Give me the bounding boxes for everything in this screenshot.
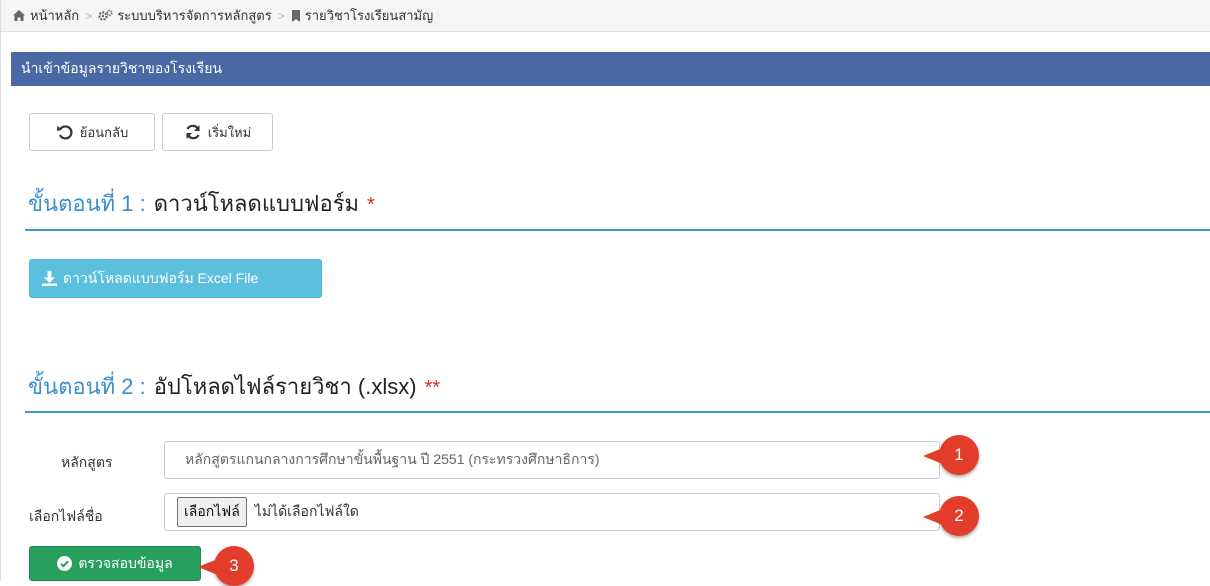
no-file-text: ไม่ได้เลือกไฟล์ใด [254, 503, 359, 519]
step-1-title: ดาวน์โหลดแบบฟอร์ม [153, 191, 360, 216]
step-1-heading: ขั้นตอนที่ 1 : ดาวน์โหลดแบบฟอร์ม * [28, 186, 375, 221]
download-template-label: ดาวน์โหลดแบบฟอร์ม Excel File [63, 269, 259, 286]
panel-header: นำเข้าข้อมูลรายวิชาของโรงเรียน [11, 52, 1210, 86]
callout-marker-2: 2 [923, 496, 979, 536]
gears-icon [98, 9, 113, 21]
step-2-number: ขั้นตอนที่ 2 : [28, 374, 146, 399]
download-template-button[interactable]: ดาวน์โหลดแบบฟอร์ม Excel File [29, 259, 322, 298]
verify-data-button[interactable]: ตรวจสอบข้อมูล [29, 546, 201, 581]
breadcrumb-home-label: หน้าหลัก [30, 8, 80, 23]
course-select[interactable]: หลักสูตรแกนกลางการศึกษาขั้นพื้นฐาน ปี 25… [164, 441, 940, 479]
step-2-title: อัปโหลดไฟล์รายวิชา (.xlsx) [153, 374, 417, 399]
callout-marker-1: 1 [923, 435, 979, 475]
breadcrumb-home[interactable]: หน้าหลัก [12, 5, 79, 26]
file-input[interactable]: เลือกไฟล์ ไม่ได้เลือกไฟล์ใด [164, 493, 940, 531]
refresh-icon [186, 124, 200, 140]
choose-file-button[interactable]: เลือกไฟล์ [177, 497, 247, 527]
breadcrumb-current-label: รายวิชาโรงเรียนสามัญ [304, 8, 434, 23]
divider [25, 229, 1210, 231]
undo-icon [56, 125, 73, 140]
download-icon [42, 271, 57, 286]
step-1-number: ขั้นตอนที่ 1 : [28, 191, 146, 216]
file-label: เลือกไฟล์ชื่อ [29, 508, 103, 524]
verify-data-label: ตรวจสอบข้อมูล [78, 554, 173, 571]
reset-button[interactable]: เริ่มใหม่ [162, 113, 273, 151]
breadcrumb-separator: > [85, 8, 93, 23]
breadcrumb-system[interactable]: ระบบบริหารจัดการหลักสูตร [98, 5, 272, 26]
breadcrumb-system-label: ระบบบริหารจัดการหลักสูตร [117, 8, 272, 23]
step-2-heading: ขั้นตอนที่ 2 : อัปโหลดไฟล์รายวิชา (.xlsx… [28, 369, 440, 404]
required-marker: ** [424, 377, 441, 399]
page: หน้าหลัก > ระบบบริหารจัดการหลักสูตร > รา… [0, 0, 1210, 586]
back-button-label: ย้อนกลับ [79, 124, 129, 140]
required-marker: * [367, 194, 375, 216]
bookmark-icon [291, 9, 300, 22]
breadcrumb-current: รายวิชาโรงเรียนสามัญ [291, 5, 433, 26]
course-select-value: หลักสูตรแกนกลางการศึกษาขั้นพื้นฐาน ปี 25… [185, 451, 600, 467]
callout-marker-3: 3 [198, 546, 254, 586]
panel-title: นำเข้าข้อมูลรายวิชาของโรงเรียน [21, 60, 223, 76]
check-circle-icon [57, 556, 73, 571]
course-label: หลักสูตร [61, 454, 113, 470]
breadcrumb: หน้าหลัก > ระบบบริหารจัดการหลักสูตร > รา… [1, 0, 1210, 32]
breadcrumb-separator: > [277, 8, 285, 23]
reset-button-label: เริ่มใหม่ [207, 124, 252, 140]
back-button[interactable]: ย้อนกลับ [29, 113, 155, 151]
home-icon [13, 10, 25, 21]
divider [25, 411, 1210, 413]
